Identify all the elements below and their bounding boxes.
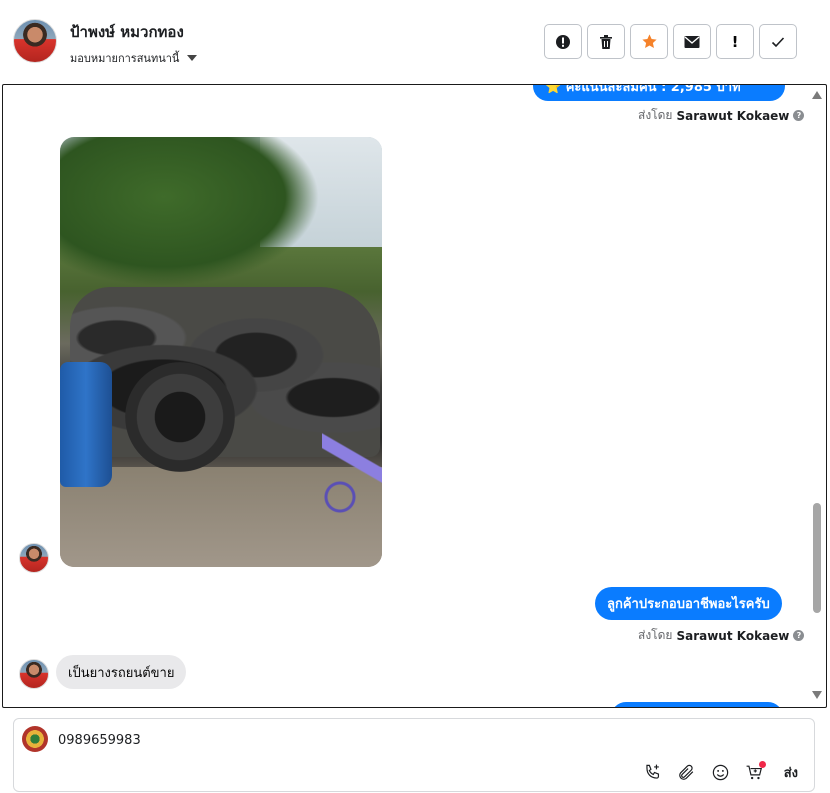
agent-name: Sarawut Kokaew (676, 628, 790, 643)
chat-scrollbar[interactable] (811, 85, 823, 707)
mark-spam-button[interactable] (544, 24, 582, 59)
emoji-icon (712, 764, 729, 780)
paperclip-icon (679, 764, 694, 780)
star-icon (641, 34, 657, 48)
delete-button[interactable] (587, 24, 625, 59)
email-button[interactable] (673, 24, 711, 59)
action-toolbar: ! (544, 24, 797, 59)
photo-tree (60, 137, 320, 287)
attached-photo[interactable] (60, 137, 382, 567)
contact-avatar-small (19, 543, 49, 573)
exclamation-icon: ! (731, 32, 739, 51)
agent-name: Sarawut Kokaew (676, 108, 790, 123)
outgoing-message-cut (611, 702, 783, 707)
spam-icon (556, 34, 570, 49)
send-button[interactable]: ส่ง (784, 762, 798, 783)
sent-by-line: ส่งโดย Sarawut Kokaew ? (638, 626, 805, 645)
star-button[interactable] (630, 24, 668, 59)
important-button[interactable]: ! (716, 24, 754, 59)
photo-large-tire (125, 362, 235, 472)
check-icon (771, 36, 785, 47)
trash-icon (600, 34, 612, 49)
help-icon[interactable]: ? (793, 110, 805, 121)
outgoing-message: ลูกค้าประกอบอาชีพอะไรครับ (595, 587, 782, 620)
photo-blue-barrel (60, 362, 112, 487)
message-thread[interactable]: ⭐ คะแนนสะสมคืน : 2,985 บาท ส่งโดย Sarawu… (2, 84, 827, 708)
contact-avatar-small (19, 659, 49, 689)
contact-avatar[interactable] (13, 19, 57, 63)
contact-name[interactable]: ป้าพงษ์ หมวกทอง (70, 20, 184, 44)
assign-label: มอบหมายการสนทนานี้ (70, 52, 180, 65)
call-button[interactable] (642, 761, 664, 783)
mark-done-button[interactable] (759, 24, 797, 59)
scroll-up-icon[interactable] (812, 91, 822, 99)
scroll-thumb[interactable] (813, 503, 821, 613)
outgoing-message-points: ⭐ คะแนนสะสมคืน : 2,985 บาท (533, 85, 785, 101)
photo-bicycle (322, 393, 382, 523)
message-input[interactable]: 0989659983 (58, 733, 141, 748)
assign-conversation-dropdown[interactable]: มอบหมายการสนทนานี้ (70, 49, 198, 67)
attach-button[interactable] (676, 761, 698, 783)
sent-by-line: ส่งโดย Sarawut Kokaew ? (638, 106, 805, 125)
conversation-header: ป้าพงษ์ หมวกทอง มอบหมายการสนทนานี้ ! (0, 0, 830, 84)
message-composer[interactable]: 0989659983 ส่ง (13, 718, 815, 792)
emoji-button[interactable] (710, 761, 732, 783)
caret-down-icon (187, 55, 198, 61)
scroll-down-icon[interactable] (812, 691, 822, 699)
shop-button[interactable] (744, 761, 766, 783)
notification-dot (758, 761, 766, 768)
composer-tools: ส่ง (642, 761, 798, 783)
incoming-message: เป็นยางรถยนต์ขาย (56, 655, 187, 689)
help-icon[interactable]: ? (793, 630, 805, 641)
mail-icon (684, 35, 700, 48)
page-avatar (22, 726, 48, 752)
phone-plus-icon (646, 764, 660, 779)
